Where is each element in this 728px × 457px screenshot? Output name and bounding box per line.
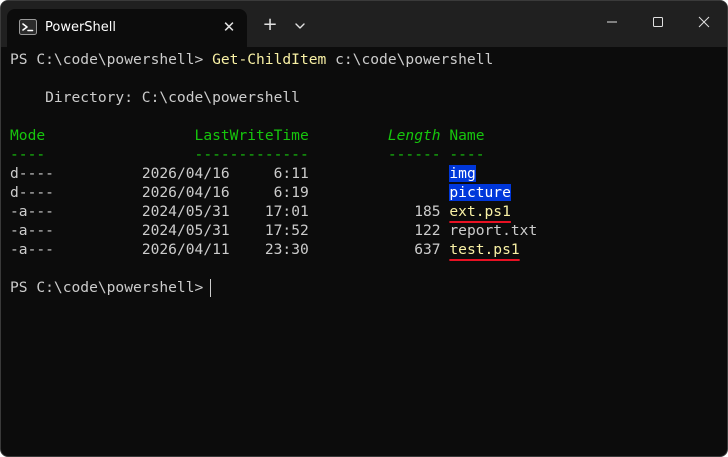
row-mode: -a--- xyxy=(10,203,54,220)
row-name-directory[interactable]: img xyxy=(449,165,476,182)
minimize-button[interactable] xyxy=(589,1,635,43)
chevron-down-icon[interactable] xyxy=(290,17,310,35)
row-date: 2024/05/31 xyxy=(141,222,230,239)
table-row: -a--- 2026/04/11 23:30 637 test.ps1 xyxy=(10,240,537,259)
row-time: 6:11 xyxy=(273,165,309,182)
table-row: d---- 2026/04/16 6:19 picture xyxy=(10,183,537,202)
header-mode: Mode xyxy=(10,127,46,144)
row-date: 2026/04/16 xyxy=(141,165,230,182)
row-name-file[interactable]: test.ps1 xyxy=(449,241,519,258)
underline-length: ------ xyxy=(387,146,441,163)
command-line: PS C:\code\powershell> Get-ChildItem c:\… xyxy=(10,50,537,69)
tab-powershell[interactable]: PowerShell ✕ xyxy=(7,9,247,47)
table-row: -a--- 2024/05/31 17:52 122 report.txt xyxy=(10,221,537,240)
header-underline-row: ---- ------------- ------ ---- xyxy=(10,145,537,164)
row-length: 122 xyxy=(414,222,441,239)
prompt-line[interactable]: PS C:\code\powershell> xyxy=(10,278,537,297)
row-mode: d---- xyxy=(10,165,54,182)
header-row: Mode LastWriteTime Length Name xyxy=(10,126,537,145)
underline-mode: ---- xyxy=(10,146,46,163)
title-bar[interactable]: PowerShell ✕ + xyxy=(1,1,727,47)
close-window-button[interactable] xyxy=(681,1,727,43)
powershell-icon xyxy=(19,19,37,35)
final-prompt: PS C:\code\powershell> xyxy=(10,279,204,296)
tab-close-button[interactable]: ✕ xyxy=(219,17,239,37)
command-args: c:\code\powershell xyxy=(326,51,494,68)
header-lastwritetime: LastWriteTime xyxy=(194,127,309,144)
underline-name: ---- xyxy=(449,146,485,163)
row-time: 23:30 xyxy=(264,241,309,258)
maximize-icon xyxy=(653,17,663,27)
row-mode: -a--- xyxy=(10,241,54,258)
row-date: 2026/04/11 xyxy=(141,241,230,258)
command-name: Get-ChildItem xyxy=(212,51,327,68)
tab-title: PowerShell xyxy=(45,20,117,35)
prompt: PS C:\code\powershell> xyxy=(10,51,213,68)
row-name-file[interactable]: report.txt xyxy=(449,222,537,239)
header-length: Length xyxy=(387,127,441,144)
row-name-file[interactable]: ext.ps1 xyxy=(449,203,511,220)
row-date: 2024/05/31 xyxy=(141,203,230,220)
row-length: 185 xyxy=(414,203,441,220)
table-row: d---- 2026/04/16 6:11 img xyxy=(10,164,537,183)
table-row: -a--- 2024/05/31 17:01 185 ext.ps1 xyxy=(10,202,537,221)
text-cursor xyxy=(210,279,212,297)
underline-lastwritetime: ------------- xyxy=(194,146,309,163)
row-time: 6:19 xyxy=(273,184,309,201)
new-tab-button[interactable]: + xyxy=(259,15,281,35)
row-mode: -a--- xyxy=(10,222,54,239)
row-time: 17:01 xyxy=(264,203,309,220)
terminal-output[interactable]: PS C:\code\powershell> Get-ChildItem c:\… xyxy=(10,50,537,297)
row-mode: d---- xyxy=(10,184,54,201)
minimize-icon xyxy=(607,21,617,23)
maximize-button[interactable] xyxy=(635,1,681,43)
header-name: Name xyxy=(449,127,485,144)
terminal-window: PowerShell ✕ + PS C:\code\powershell> Ge… xyxy=(0,0,728,457)
row-name-directory[interactable]: picture xyxy=(449,184,511,201)
row-length: 637 xyxy=(414,241,441,258)
row-date: 2026/04/16 xyxy=(141,184,230,201)
row-time: 17:52 xyxy=(264,222,309,239)
close-icon xyxy=(698,16,710,28)
directory-line: Directory: C:\code\powershell xyxy=(10,89,300,106)
